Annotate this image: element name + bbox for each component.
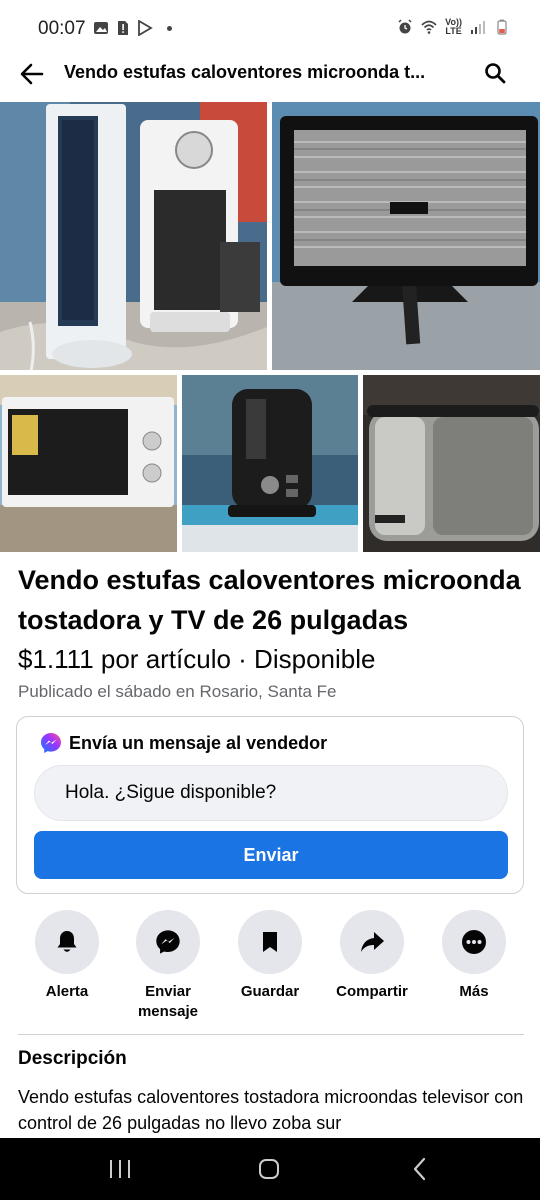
more-button-circle bbox=[442, 910, 506, 974]
alarm-icon bbox=[398, 19, 412, 34]
status-notification-icons bbox=[93, 20, 172, 36]
sim-alert-icon bbox=[118, 21, 128, 35]
message-input[interactable] bbox=[34, 765, 508, 821]
save-button[interactable]: Guardar bbox=[220, 910, 320, 1002]
send-message-button-circle bbox=[136, 910, 200, 974]
signal-icon bbox=[471, 21, 485, 34]
microwave-image bbox=[0, 375, 177, 552]
back-arrow-icon[interactable] bbox=[18, 60, 46, 88]
photo-gallery bbox=[0, 102, 540, 552]
photo-toaster-black[interactable] bbox=[182, 375, 358, 552]
play-store-icon bbox=[138, 20, 153, 36]
alert-button[interactable]: Alerta bbox=[17, 910, 117, 1002]
price-availability: $1.111 por artículo · Disponible bbox=[18, 644, 376, 674]
message-seller-card: Envía un mensaje al vendedor Enviar bbox=[16, 716, 524, 894]
share-icon bbox=[361, 932, 384, 952]
message-card-header: Envía un mensaje al vendedor bbox=[39, 731, 327, 755]
status-time: 00:07 bbox=[38, 18, 86, 39]
published-location: Publicado el sábado en Rosario, Santa Fe bbox=[18, 682, 337, 701]
system-navigation-bar bbox=[0, 1138, 540, 1200]
toaster-black-image bbox=[182, 375, 358, 552]
network-type-label: Vo)) LTE bbox=[445, 18, 462, 36]
lte-label: LTE bbox=[445, 26, 462, 36]
more-label: Más bbox=[459, 983, 489, 1000]
top-app-bar: Vendo estufas caloventores microonda t..… bbox=[0, 50, 540, 100]
heaters-image bbox=[0, 102, 267, 370]
share-label: Compartir bbox=[336, 983, 408, 1000]
home-icon[interactable] bbox=[254, 1156, 284, 1182]
alert-button-circle bbox=[35, 910, 99, 974]
gallery-icon bbox=[94, 22, 108, 34]
share-button[interactable]: Compartir bbox=[322, 910, 422, 1002]
save-button-circle bbox=[238, 910, 302, 974]
photo-heaters[interactable] bbox=[0, 102, 267, 370]
toaster-steel-image bbox=[363, 375, 540, 552]
send-button[interactable]: Enviar bbox=[34, 831, 508, 879]
photo-toaster-steel[interactable] bbox=[363, 375, 540, 552]
tv-image bbox=[272, 102, 540, 370]
recent-apps-icon[interactable] bbox=[105, 1156, 135, 1182]
description-heading: Descripción bbox=[18, 1048, 127, 1069]
messenger-icon bbox=[41, 733, 61, 753]
page-title: Vendo estufas caloventores microonda t..… bbox=[64, 62, 426, 82]
photo-microwave[interactable] bbox=[0, 375, 177, 552]
status-bar: 00:07 Vo)) LTE bbox=[0, 0, 540, 50]
photo-tv[interactable] bbox=[272, 102, 540, 370]
more-notifications-dot bbox=[167, 25, 172, 31]
share-button-circle bbox=[340, 910, 404, 974]
message-card-title: Envía un mensaje al vendedor bbox=[69, 732, 328, 753]
bookmark-icon bbox=[263, 932, 277, 952]
send-message-button[interactable]: Enviar mensaje bbox=[118, 910, 218, 1022]
send-message-label: Enviar mensaje bbox=[137, 983, 199, 1020]
back-nav-icon[interactable] bbox=[405, 1156, 435, 1182]
alert-label: Alerta bbox=[45, 983, 89, 1000]
section-divider bbox=[18, 1034, 524, 1035]
wifi-icon bbox=[421, 20, 437, 34]
save-label: Guardar bbox=[240, 983, 300, 1000]
action-buttons-row: Alerta Enviar mensaje Guardar Compartir bbox=[0, 910, 540, 1025]
battery-icon bbox=[497, 19, 507, 35]
description-text: Vendo estufas caloventores tostadora mic… bbox=[18, 1087, 524, 1133]
more-button[interactable]: Más bbox=[424, 910, 524, 1002]
more-icon bbox=[462, 930, 486, 954]
status-system-icons: Vo)) LTE bbox=[397, 18, 510, 36]
bell-icon bbox=[57, 931, 77, 952]
messenger-icon bbox=[156, 930, 180, 954]
search-icon[interactable] bbox=[484, 62, 506, 84]
listing-title: Vendo estufas caloventores microonda tos… bbox=[18, 565, 521, 635]
